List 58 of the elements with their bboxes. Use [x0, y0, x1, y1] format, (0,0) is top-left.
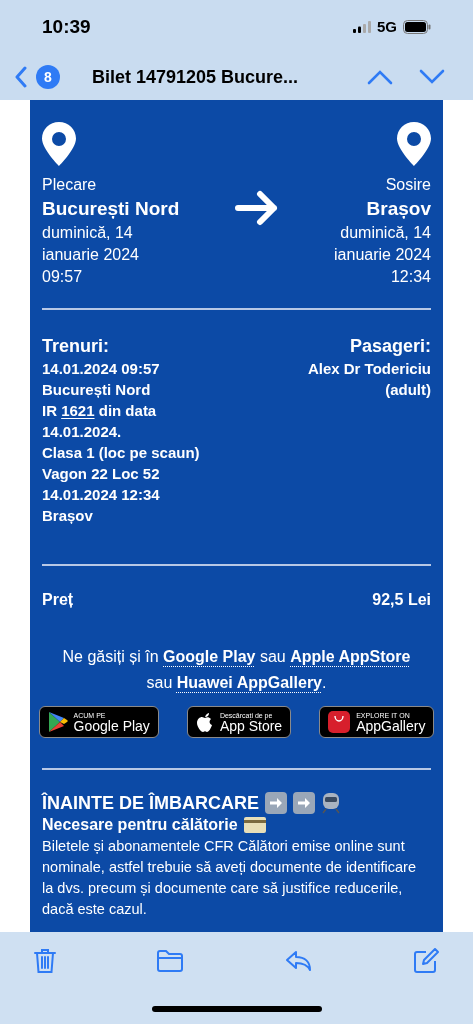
train-detail: 14.01.2024 09:57	[42, 359, 161, 379]
link[interactable]: Google Play	[163, 648, 256, 665]
link[interactable]: Apple AppStore	[290, 648, 411, 665]
train-number-link[interactable]: 1621	[61, 402, 95, 419]
credit-card-icon	[243, 817, 266, 833]
apple-icon	[195, 711, 214, 733]
battery-icon	[403, 20, 431, 34]
boarding-subheading: Necesare pentru călătorie	[42, 815, 238, 835]
train-detail: IR 1621 din data	[42, 401, 158, 421]
departure-datetime: duminică, 14	[42, 223, 133, 243]
train-detail: Vagon 22 Loc 52	[42, 464, 161, 484]
chevron-up-icon[interactable]	[367, 69, 393, 85]
trash-icon[interactable]	[34, 948, 56, 974]
arrival-datetime: 12:34	[390, 267, 431, 287]
location-pin-icon	[397, 122, 431, 166]
departure-label: Plecare	[42, 175, 97, 195]
arrival-station: Brașov	[366, 197, 431, 221]
train-detail: 14.01.2024 12:34	[42, 485, 161, 505]
train-detail: București Nord	[42, 380, 152, 400]
arrow-right-icon	[233, 190, 280, 226]
price-label: Preț	[42, 590, 74, 610]
location-pin-icon	[42, 122, 76, 166]
passenger-name: (adult)	[385, 380, 431, 400]
network-label: 5G	[377, 16, 397, 37]
arrival-label: Sosire	[385, 175, 431, 195]
app-gallery-icon	[328, 711, 351, 733]
trains-heading: Trenuri:	[42, 335, 110, 358]
stores-note: Ne găsiți și în Google Play sau Apple AppStore sau Huawei AppGallery.	[61, 647, 412, 693]
play-triangle-icon	[47, 711, 68, 733]
unread-badge: 8	[36, 65, 60, 89]
arrival-datetime: ianuarie 2024	[334, 245, 431, 265]
badge-title: App Store	[219, 718, 283, 733]
link[interactable]: Huawei AppGallery	[176, 674, 322, 691]
boarding-heading: ÎNAINTE DE ÎMBARCARE	[42, 792, 259, 814]
folder-icon[interactable]	[156, 949, 185, 973]
signal-icon	[353, 21, 371, 33]
passenger-name: Alex Dr Todericiu	[307, 359, 431, 379]
badge-title: AppGallery	[356, 718, 426, 733]
compose-icon[interactable]	[413, 948, 439, 974]
train-detail: Clasa 1 (loc pe scaun)	[42, 443, 200, 463]
reply-icon[interactable]	[284, 949, 313, 973]
chevron-down-icon[interactable]	[419, 69, 445, 85]
departure-datetime: 09:57	[42, 267, 83, 287]
arrival-datetime: duminică, 14	[340, 223, 431, 243]
price-value: 92,5 Lei	[372, 590, 431, 610]
train-detail: Brașov	[42, 506, 94, 526]
status-time: 10:39	[42, 14, 91, 39]
train-detail: 14.01.2024.	[42, 422, 123, 442]
departure-datetime: ianuarie 2024	[42, 245, 139, 265]
train-icon	[321, 792, 341, 814]
arrow-right-icon	[265, 792, 287, 814]
window-title: Bilet 14791205 Bucure...	[92, 65, 299, 89]
back-chevron-icon[interactable]	[14, 66, 28, 88]
passengers-heading: Pasageri:	[349, 335, 431, 358]
departure-station: București Nord	[42, 197, 180, 221]
arrow-right-icon	[293, 792, 315, 814]
badge-title: Google Play	[73, 718, 150, 733]
boarding-text: Biletele și abonamentele CFR Călători emise online sunt nominale, astfel trebuie să aveți documente de identificare la dvs. precum și documente care să justifice reducerile, dacă este cazul.	[42, 837, 417, 919]
